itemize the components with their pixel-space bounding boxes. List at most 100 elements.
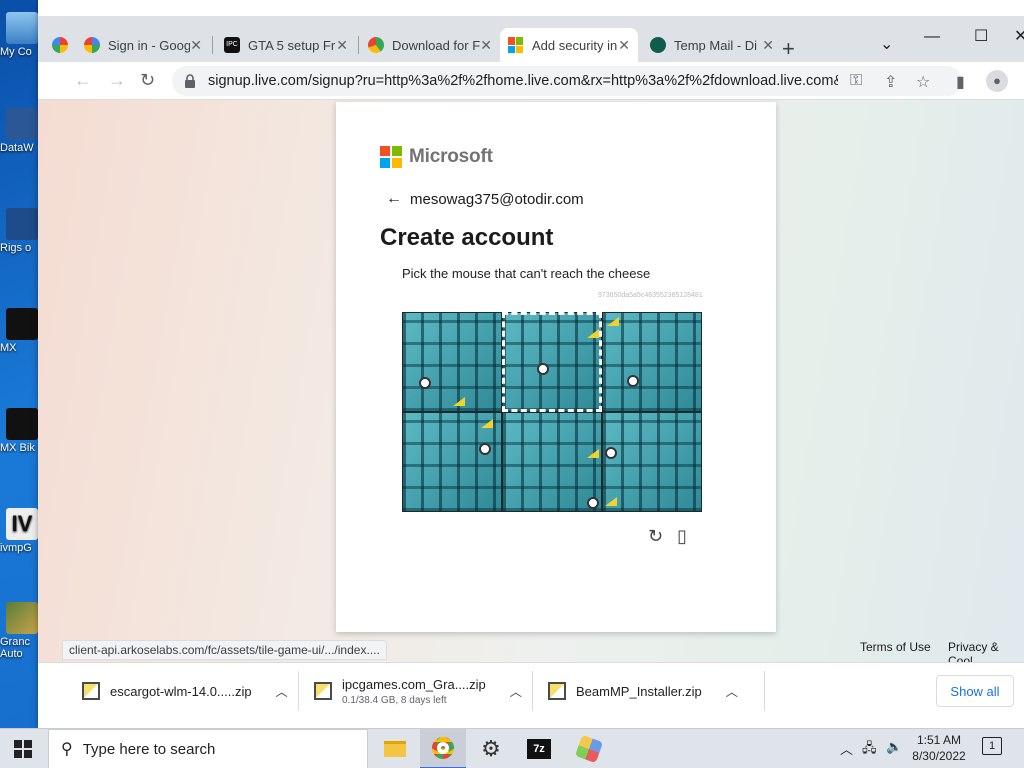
cheese-icon <box>587 449 599 458</box>
brand-name: Microsoft <box>409 146 493 167</box>
cheese-icon <box>453 397 465 406</box>
key-icon[interactable]: ⚿ <box>850 72 862 90</box>
new-tab-button[interactable]: + <box>782 36 795 62</box>
chevron-up-icon[interactable]: ︿ <box>276 683 288 700</box>
tab-download[interactable]: Download for F ✕ <box>360 28 500 62</box>
mouse-icon <box>537 363 549 375</box>
taskbar-clock[interactable]: 1:51 AM 8/30/2022 <box>906 732 972 764</box>
maximize-button[interactable]: ☐ <box>974 26 988 46</box>
desktop-icon-mx-bikes[interactable]: MX Bik <box>0 408 40 454</box>
captcha-tile-1[interactable] <box>402 312 502 412</box>
close-icon[interactable]: ✕ <box>618 37 630 54</box>
close-icon[interactable]: ✕ <box>336 37 348 54</box>
shortcut-icon <box>6 408 38 440</box>
profile-icon[interactable]: ● <box>986 70 1008 92</box>
cheese-icon <box>607 317 619 326</box>
desktop-icon-dataw[interactable]: DataW <box>0 108 40 154</box>
captcha-tile-6[interactable] <box>602 412 702 512</box>
download-item[interactable]: ipcgames.com_Gra....zip 0.1/38.4 GB, 8 d… <box>314 663 522 719</box>
notification-center-icon[interactable]: 1 <box>982 737 1002 755</box>
page-title: Create account <box>380 224 554 251</box>
desktop-icon-mx[interactable]: MX <box>0 308 40 354</box>
minimize-button[interactable]: — <box>924 28 940 46</box>
download-item[interactable]: BeamMP_Installer.zip ︿ <box>548 663 738 719</box>
taskbar-search[interactable]: ⚲ Type here to search <box>48 729 368 768</box>
desktop-icon-my-computer[interactable]: My Co <box>0 12 40 58</box>
back-arrow-icon[interactable]: ← <box>386 190 402 208</box>
back-button[interactable]: ← <box>74 70 92 91</box>
tab-label: Temp Mail - Di <box>674 37 758 53</box>
close-window-button[interactable]: ✕ <box>1014 26 1024 46</box>
chevron-up-icon[interactable]: ︿ <box>510 683 522 700</box>
desktop-icon-rigs[interactable]: Rigs o <box>0 208 40 254</box>
share-icon[interactable]: ⇪ <box>884 72 897 92</box>
app-button[interactable] <box>566 729 612 768</box>
side-panel-icon[interactable]: ▮ <box>956 72 965 92</box>
shortcut-icon <box>6 108 38 140</box>
shortcut-icon: IV <box>6 508 38 540</box>
desktop-icon-label: My Co <box>0 46 32 58</box>
windows-start-icon[interactable] <box>14 740 32 758</box>
address-bar[interactable]: signup.live.com/signup?ru=http%3a%2f%2fh… <box>172 66 962 96</box>
chrome-taskbar-button[interactable] <box>420 729 466 768</box>
forward-button[interactable]: → <box>108 70 126 91</box>
refresh-icon[interactable]: ↻ <box>648 526 663 547</box>
privacy-link[interactable]: Privacy & Cool <box>948 640 1024 662</box>
network-icon[interactable]: 🖧 <box>862 739 877 761</box>
tab-add-security[interactable]: Add security in ✕ <box>500 28 638 62</box>
mouse-icon <box>479 443 491 455</box>
download-name: BeamMP_Installer.zip <box>576 683 702 699</box>
terms-link[interactable]: Terms of Use <box>860 640 931 654</box>
7zip-button[interactable]: 7z <box>516 729 562 768</box>
status-url-bubble: client-api.arkoselabs.com/fc/assets/tile… <box>62 640 387 660</box>
tab-label: GTA 5 setup Fr <box>248 37 336 53</box>
download-divider <box>764 671 765 711</box>
tab-divider <box>212 36 213 54</box>
search-placeholder: Type here to search <box>82 740 216 758</box>
taskbar: ⚲ Type here to search ⚙ 7z ︿ 🖧 🔈 1:51 AM… <box>0 728 1024 768</box>
desktop-icon-ivmp[interactable]: IV ivmpG <box>0 508 40 554</box>
captcha-tile-4[interactable] <box>402 412 502 512</box>
close-icon[interactable]: ✕ <box>480 37 492 54</box>
browser-window: Sign in - Goog ✕ IPC GTA 5 setup Fr ✕ Do… <box>38 0 1024 728</box>
bookmark-star-icon[interactable]: ☆ <box>916 72 930 92</box>
desktop-icon-label: Granc <box>0 636 30 648</box>
captcha-tile-2[interactable] <box>502 312 602 412</box>
cheese-icon <box>587 329 599 338</box>
tab-divider <box>358 36 359 54</box>
desktop-icon-gta[interactable]: Granc Auto <box>0 602 40 660</box>
settings-button[interactable]: ⚙ <box>468 729 514 768</box>
chevron-up-icon[interactable]: ︿ <box>726 683 738 700</box>
audio-challenge-icon[interactable]: ▯ <box>677 526 687 547</box>
close-icon[interactable]: ✕ <box>762 37 774 54</box>
notification-count: 1 <box>988 740 996 752</box>
show-all-button[interactable]: Show all <box>936 675 1014 707</box>
mouse-icon <box>605 447 617 459</box>
download-item[interactable]: escargot-wlm-14.0.....zip ︿ <box>82 663 288 719</box>
download-divider <box>532 671 533 711</box>
zip-file-icon <box>82 682 100 700</box>
chevron-up-icon[interactable]: ︿ <box>840 739 853 758</box>
download-progress: 0.1/38.4 GB, 8 days left <box>342 694 447 706</box>
gta-icon <box>6 602 38 634</box>
captcha-tile-3[interactable] <box>602 312 702 412</box>
captcha-tools: ↻ ▯ <box>648 526 687 547</box>
desktop-icon-label: Auto <box>0 648 23 660</box>
account-email: mesowag375@otodir.com <box>410 190 584 208</box>
reload-button[interactable]: ↻ <box>140 70 155 91</box>
captcha-tile-5[interactable] <box>502 412 602 512</box>
file-explorer-button[interactable] <box>372 729 418 768</box>
browser-toolbar: ← → ↻ signup.live.com/signup?ru=http%3a%… <box>38 62 1024 100</box>
tab-temp-mail[interactable]: Temp Mail - Di ✕ <box>642 28 782 62</box>
search-icon: ⚲ <box>61 741 73 758</box>
page-content: Microsoft ← mesowag375@otodir.com Create… <box>38 100 1024 662</box>
desktop-icon-label: MX <box>0 342 17 354</box>
volume-icon[interactable]: 🔈 <box>886 739 902 755</box>
close-icon[interactable]: ✕ <box>190 37 202 54</box>
tab-search-button[interactable]: ⌄ <box>880 34 893 54</box>
tab-google-signin[interactable]: Sign in - Goog ✕ <box>76 28 210 62</box>
captcha-maze-grid <box>402 312 702 512</box>
desktop-icon-label: MX Bik <box>0 442 35 454</box>
folder-icon <box>384 741 406 757</box>
tab-gta5-setup[interactable]: IPC GTA 5 setup Fr ✕ <box>216 28 356 62</box>
